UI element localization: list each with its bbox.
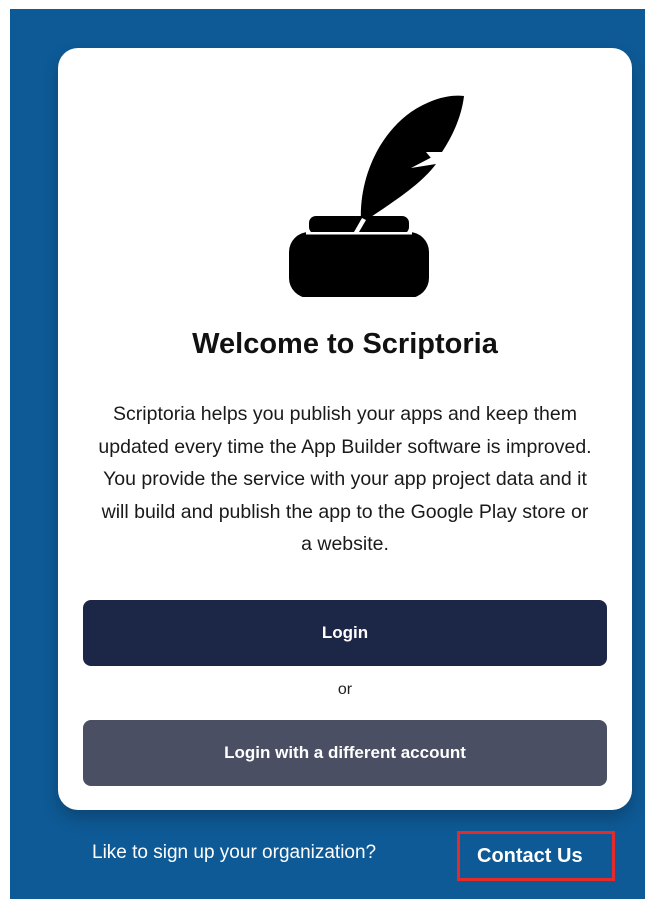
page-background: Welcome to Scriptoria Scriptoria helps y… <box>10 9 645 899</box>
quill-inkwell-icon <box>289 95 464 297</box>
welcome-description: Scriptoria helps you publish your apps a… <box>98 403 592 555</box>
login-different-account-button[interactable]: Login with a different account <box>83 720 607 786</box>
login-button[interactable]: Login <box>83 600 607 666</box>
signup-prompt: Like to sign up your organization? <box>92 842 377 863</box>
page-title: Welcome to Scriptoria <box>192 328 498 360</box>
or-separator: or <box>337 681 353 698</box>
contact-us-link[interactable]: Contact Us <box>457 831 615 881</box>
welcome-card: Welcome to Scriptoria Scriptoria helps y… <box>58 48 632 810</box>
